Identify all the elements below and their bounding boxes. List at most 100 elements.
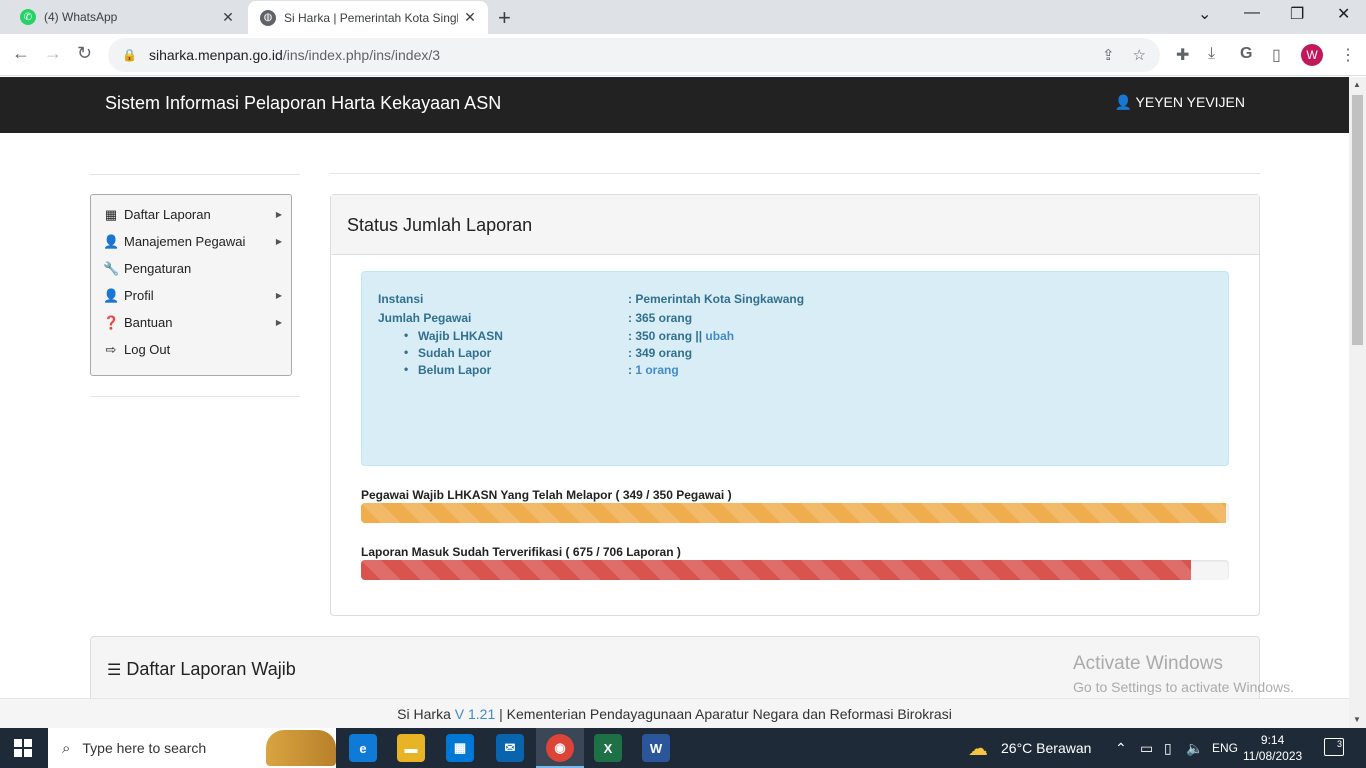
sidebar-item-daftar-laporan[interactable]: ▦ Daftar Laporan ▶ — [91, 201, 291, 228]
browser-tab-strip: ✆ (4) WhatsApp ✕ ◍ Si Harka | Pemerintah… — [0, 0, 1366, 34]
bookmark-star-icon[interactable]: ☆ — [1133, 46, 1146, 64]
caret-right-icon: ▶ — [275, 210, 282, 219]
word-icon[interactable]: W — [642, 734, 670, 762]
sidebar-item-bantuan[interactable]: ❓ Bantuan ▶ — [91, 309, 291, 336]
jumlah-label: Jumlah Pegawai — [378, 310, 472, 325]
sidebar-item-label: Pengaturan — [124, 261, 192, 276]
reload-button[interactable]: ↻ — [77, 43, 92, 64]
verifikasi-progress — [361, 560, 1229, 580]
logout-icon: ⇨ — [105, 341, 117, 357]
brand-title[interactable]: Sistem Informasi Pelaporan Harta Kekayaa… — [105, 93, 501, 114]
network-icon[interactable]: ▯ — [1164, 740, 1172, 757]
search-highlight-image — [266, 730, 336, 766]
belum-link[interactable]: 1 orang — [635, 363, 678, 377]
tab-siharka[interactable]: ◍ Si Harka | Pemerintah Kota Singk ✕ — [248, 1, 488, 34]
profile-avatar[interactable]: W — [1301, 44, 1323, 66]
windows-taskbar: ⌕ Type here to search e ▬ ▦ ✉ ◉ X W ☁ 26… — [0, 728, 1366, 768]
side-panel-icon[interactable]: ▯ — [1272, 45, 1281, 65]
sudah-label: Sudah Lapor — [418, 345, 492, 360]
sidebar-item-profil[interactable]: 👤 Profil ▶ — [91, 282, 291, 309]
weather-icon[interactable]: ☁ — [968, 736, 988, 761]
melapor-progress — [361, 503, 1229, 523]
address-bar[interactable]: 🔒 siharka.menpan.go.id/ins/index.php/ins… — [108, 38, 1160, 72]
user-name: YEYEN YEVIJEN — [1135, 94, 1245, 110]
caret-right-icon: ▶ — [275, 237, 282, 246]
instansi-row: Instansi : Pemerintah Kota Singkawang — [378, 289, 1212, 308]
wrench-icon: 🔧 — [103, 260, 120, 276]
site-navbar: Sistem Informasi Pelaporan Harta Kekayaa… — [0, 77, 1349, 133]
divider — [90, 396, 300, 397]
instansi-label: Instansi — [378, 291, 424, 306]
sidebar-item-label: Profil — [124, 288, 154, 303]
store-icon[interactable]: ▦ — [446, 734, 474, 762]
clock-date: 11/08/2023 — [1243, 749, 1303, 763]
user-icon: 👤 — [1114, 94, 1132, 110]
chrome-icon[interactable]: ◉ — [546, 734, 574, 762]
menu-icon[interactable]: ⋮ — [1340, 45, 1356, 65]
table-icon: ▦ — [104, 206, 118, 222]
mail-icon[interactable]: ✉ — [496, 734, 524, 762]
edge-icon[interactable]: e — [349, 734, 377, 762]
belum-prefix: : — [628, 362, 632, 377]
sidebar-item-pengaturan[interactable]: 🔧 Pengaturan — [91, 255, 291, 282]
file-explorer-icon[interactable]: ▬ — [397, 734, 425, 762]
taskbar-search[interactable]: ⌕ Type here to search — [48, 728, 336, 768]
tab-whatsapp[interactable]: ✆ (4) WhatsApp ✕ — [0, 0, 246, 34]
taskbar-clock[interactable]: 9:14 11/08/2023 — [1243, 732, 1302, 764]
tab-label: Si Harka | Pemerintah Kota Singk — [284, 10, 458, 25]
scroll-thumb[interactable] — [1352, 95, 1363, 345]
watermark-line2: Go to Settings to activate Windows. — [1073, 679, 1294, 695]
daftar-title: ☰ Daftar Laporan Wajib — [107, 659, 296, 680]
activate-windows-watermark: Activate Windows Go to Settings to activ… — [1073, 653, 1294, 695]
tab-search-icon[interactable]: ⌄ — [1198, 4, 1211, 24]
weather-text[interactable]: 26°C Berawan — [1001, 740, 1091, 756]
restore-button[interactable]: ❐ — [1290, 4, 1304, 24]
scroll-down-icon[interactable]: ▼ — [1353, 715, 1361, 724]
clock-time: 9:14 — [1260, 733, 1285, 747]
user-icon: 👤 — [103, 287, 120, 303]
panel-title: Status Jumlah Laporan — [331, 195, 1259, 255]
footer-version[interactable]: V 1.21 — [455, 706, 495, 722]
notification-icon[interactable]: 3 — [1324, 738, 1344, 756]
scroll-up-icon[interactable]: ▲ — [1353, 80, 1361, 89]
wajib-row: Wajib LHKASN : 350 orang || ubah — [378, 327, 1212, 344]
windows-start-icon[interactable] — [14, 739, 32, 757]
forward-button[interactable]: → — [44, 43, 62, 64]
wajib-value: : 350 orang || — [628, 328, 703, 343]
sidebar-item-manajemen-pegawai[interactable]: 👤 Manajemen Pegawai ▶ — [91, 228, 291, 255]
user-icon: 👤 — [103, 233, 120, 249]
melapor-progress-bar — [361, 503, 1227, 523]
whatsapp-icon: ✆ — [20, 9, 36, 25]
share-icon[interactable]: ⇪ — [1102, 46, 1115, 64]
daftar-title-text: Daftar Laporan Wajib — [126, 659, 296, 679]
download-icon[interactable]: ⤓ — [1208, 45, 1215, 63]
caret-right-icon: ▶ — [275, 291, 282, 300]
close-tab-icon[interactable]: ✕ — [458, 9, 482, 26]
excel-icon[interactable]: X — [594, 734, 622, 762]
caret-right-icon: ▶ — [275, 318, 282, 327]
notification-count: 3 — [1336, 739, 1342, 749]
sudah-row: Sudah Lapor : 349 orang — [378, 344, 1212, 361]
volume-icon[interactable]: 🔈 — [1186, 740, 1203, 757]
close-tab-icon[interactable]: ✕ — [216, 9, 240, 26]
tray-chevron-icon[interactable]: ⌃ — [1115, 740, 1127, 757]
footer-app: Si Harka — [397, 706, 451, 722]
page-scrollbar[interactable]: ▲ ▼ — [1349, 77, 1366, 728]
jumlah-row: Jumlah Pegawai : 365 orang — [378, 308, 1212, 327]
divider — [90, 174, 300, 175]
grammarly-icon[interactable]: G — [1240, 45, 1252, 63]
jumlah-value: : 365 orang — [628, 310, 693, 325]
language-indicator[interactable]: ENG — [1212, 741, 1238, 755]
lock-icon[interactable]: 🔒 — [122, 48, 137, 62]
new-tab-button[interactable]: + — [498, 5, 511, 31]
user-menu[interactable]: 👤 YEYEN YEVIJEN — [1114, 94, 1245, 111]
sidebar-item-logout[interactable]: ⇨ Log Out — [91, 336, 291, 363]
page-content: Sistem Informasi Pelaporan Harta Kekayaa… — [0, 77, 1349, 698]
battery-icon[interactable]: ▭ — [1140, 740, 1153, 757]
close-window-button[interactable]: ✕ — [1337, 4, 1350, 24]
extensions-icon[interactable]: ✚ — [1176, 45, 1189, 65]
search-icon: ⌕ — [62, 739, 71, 757]
back-button[interactable]: ← — [12, 43, 30, 64]
minimize-button[interactable]: — — [1244, 4, 1260, 22]
ubah-link[interactable]: ubah — [705, 329, 734, 343]
